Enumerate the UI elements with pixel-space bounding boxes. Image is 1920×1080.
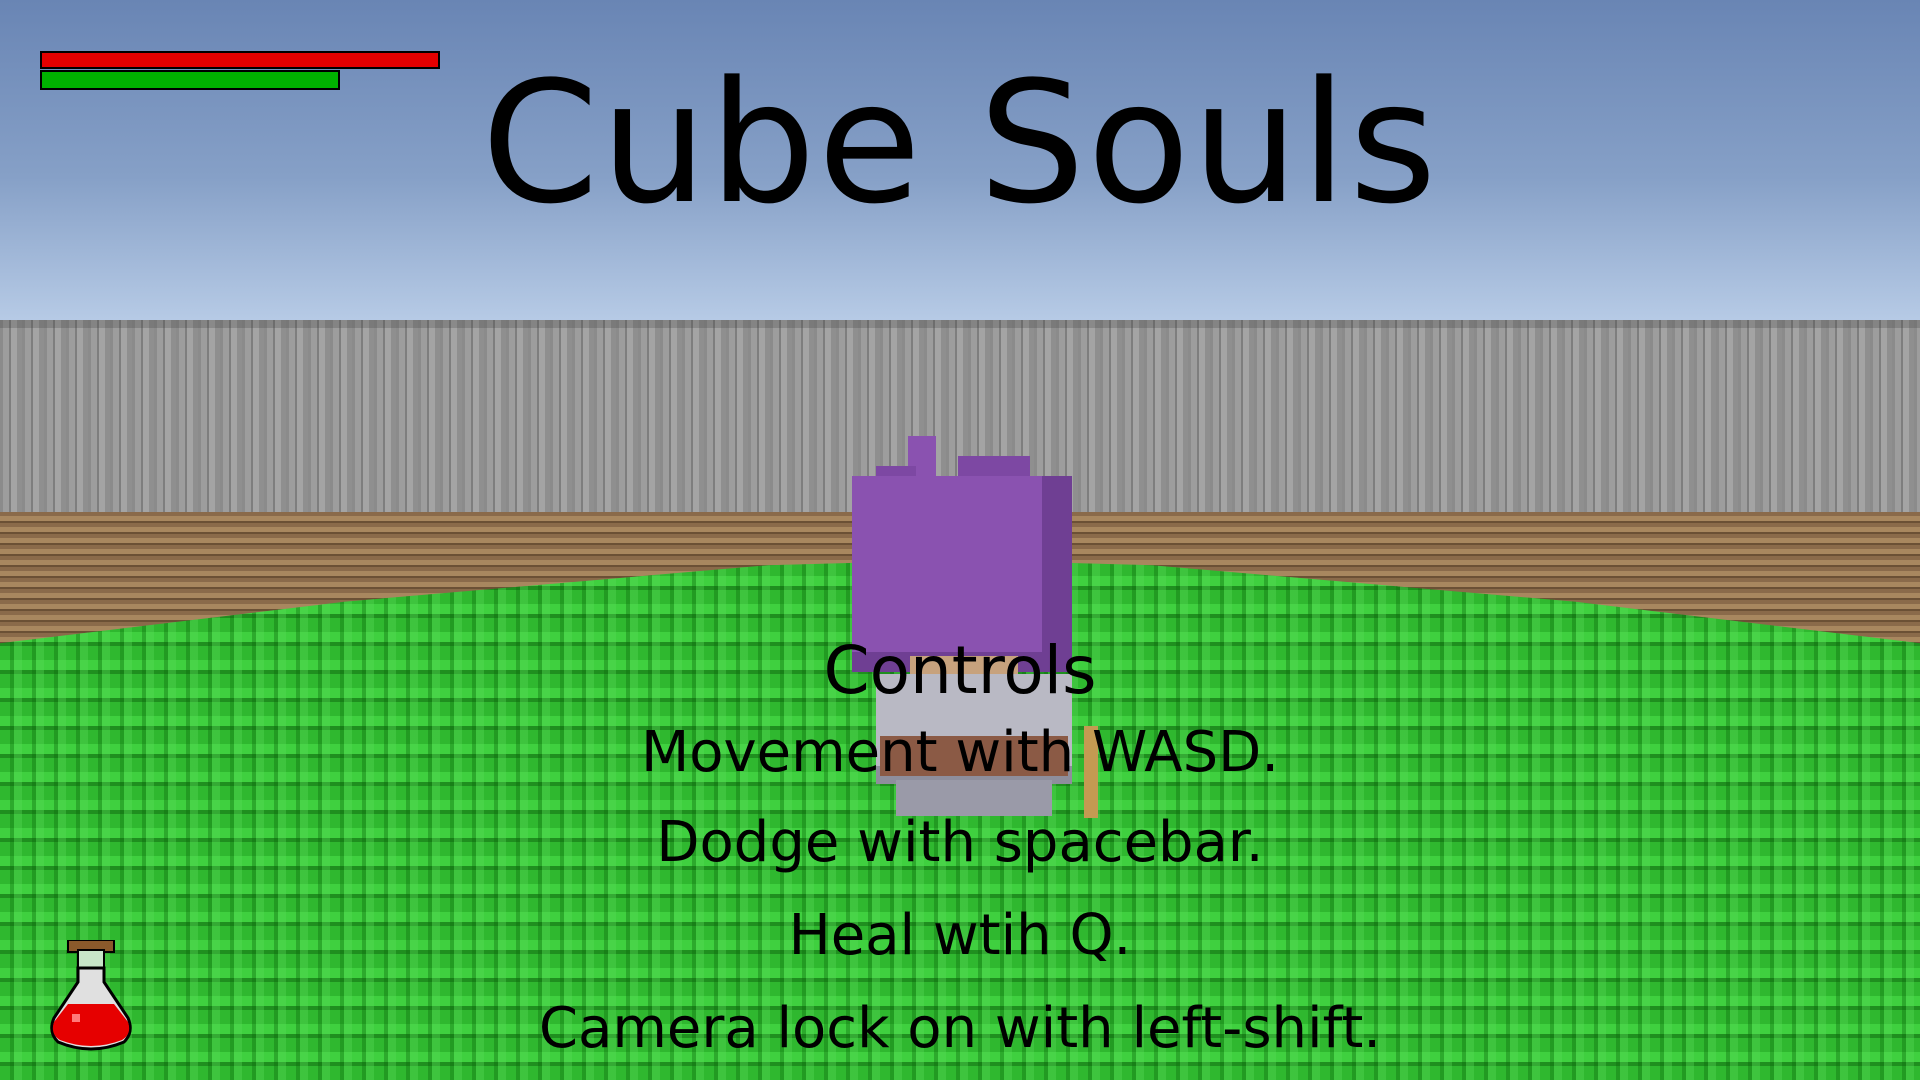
control-movement: Movement with WASD.: [640, 720, 1280, 785]
controls-heading: Controls: [823, 632, 1097, 709]
control-dodge: Dodge with spacebar.: [656, 810, 1264, 875]
game-scene: Cube Souls Controls Movement with WASD. …: [0, 0, 1920, 1080]
game-title: Cube Souls: [481, 45, 1439, 241]
red-potion-icon: [48, 939, 134, 1052]
controls-panel: Controls Movement with WASD. Dodge with …: [0, 632, 1920, 1075]
control-heal: Heal wtih Q.: [788, 903, 1132, 968]
control-camera-lock: Camera lock on with left-shift.: [538, 996, 1382, 1061]
